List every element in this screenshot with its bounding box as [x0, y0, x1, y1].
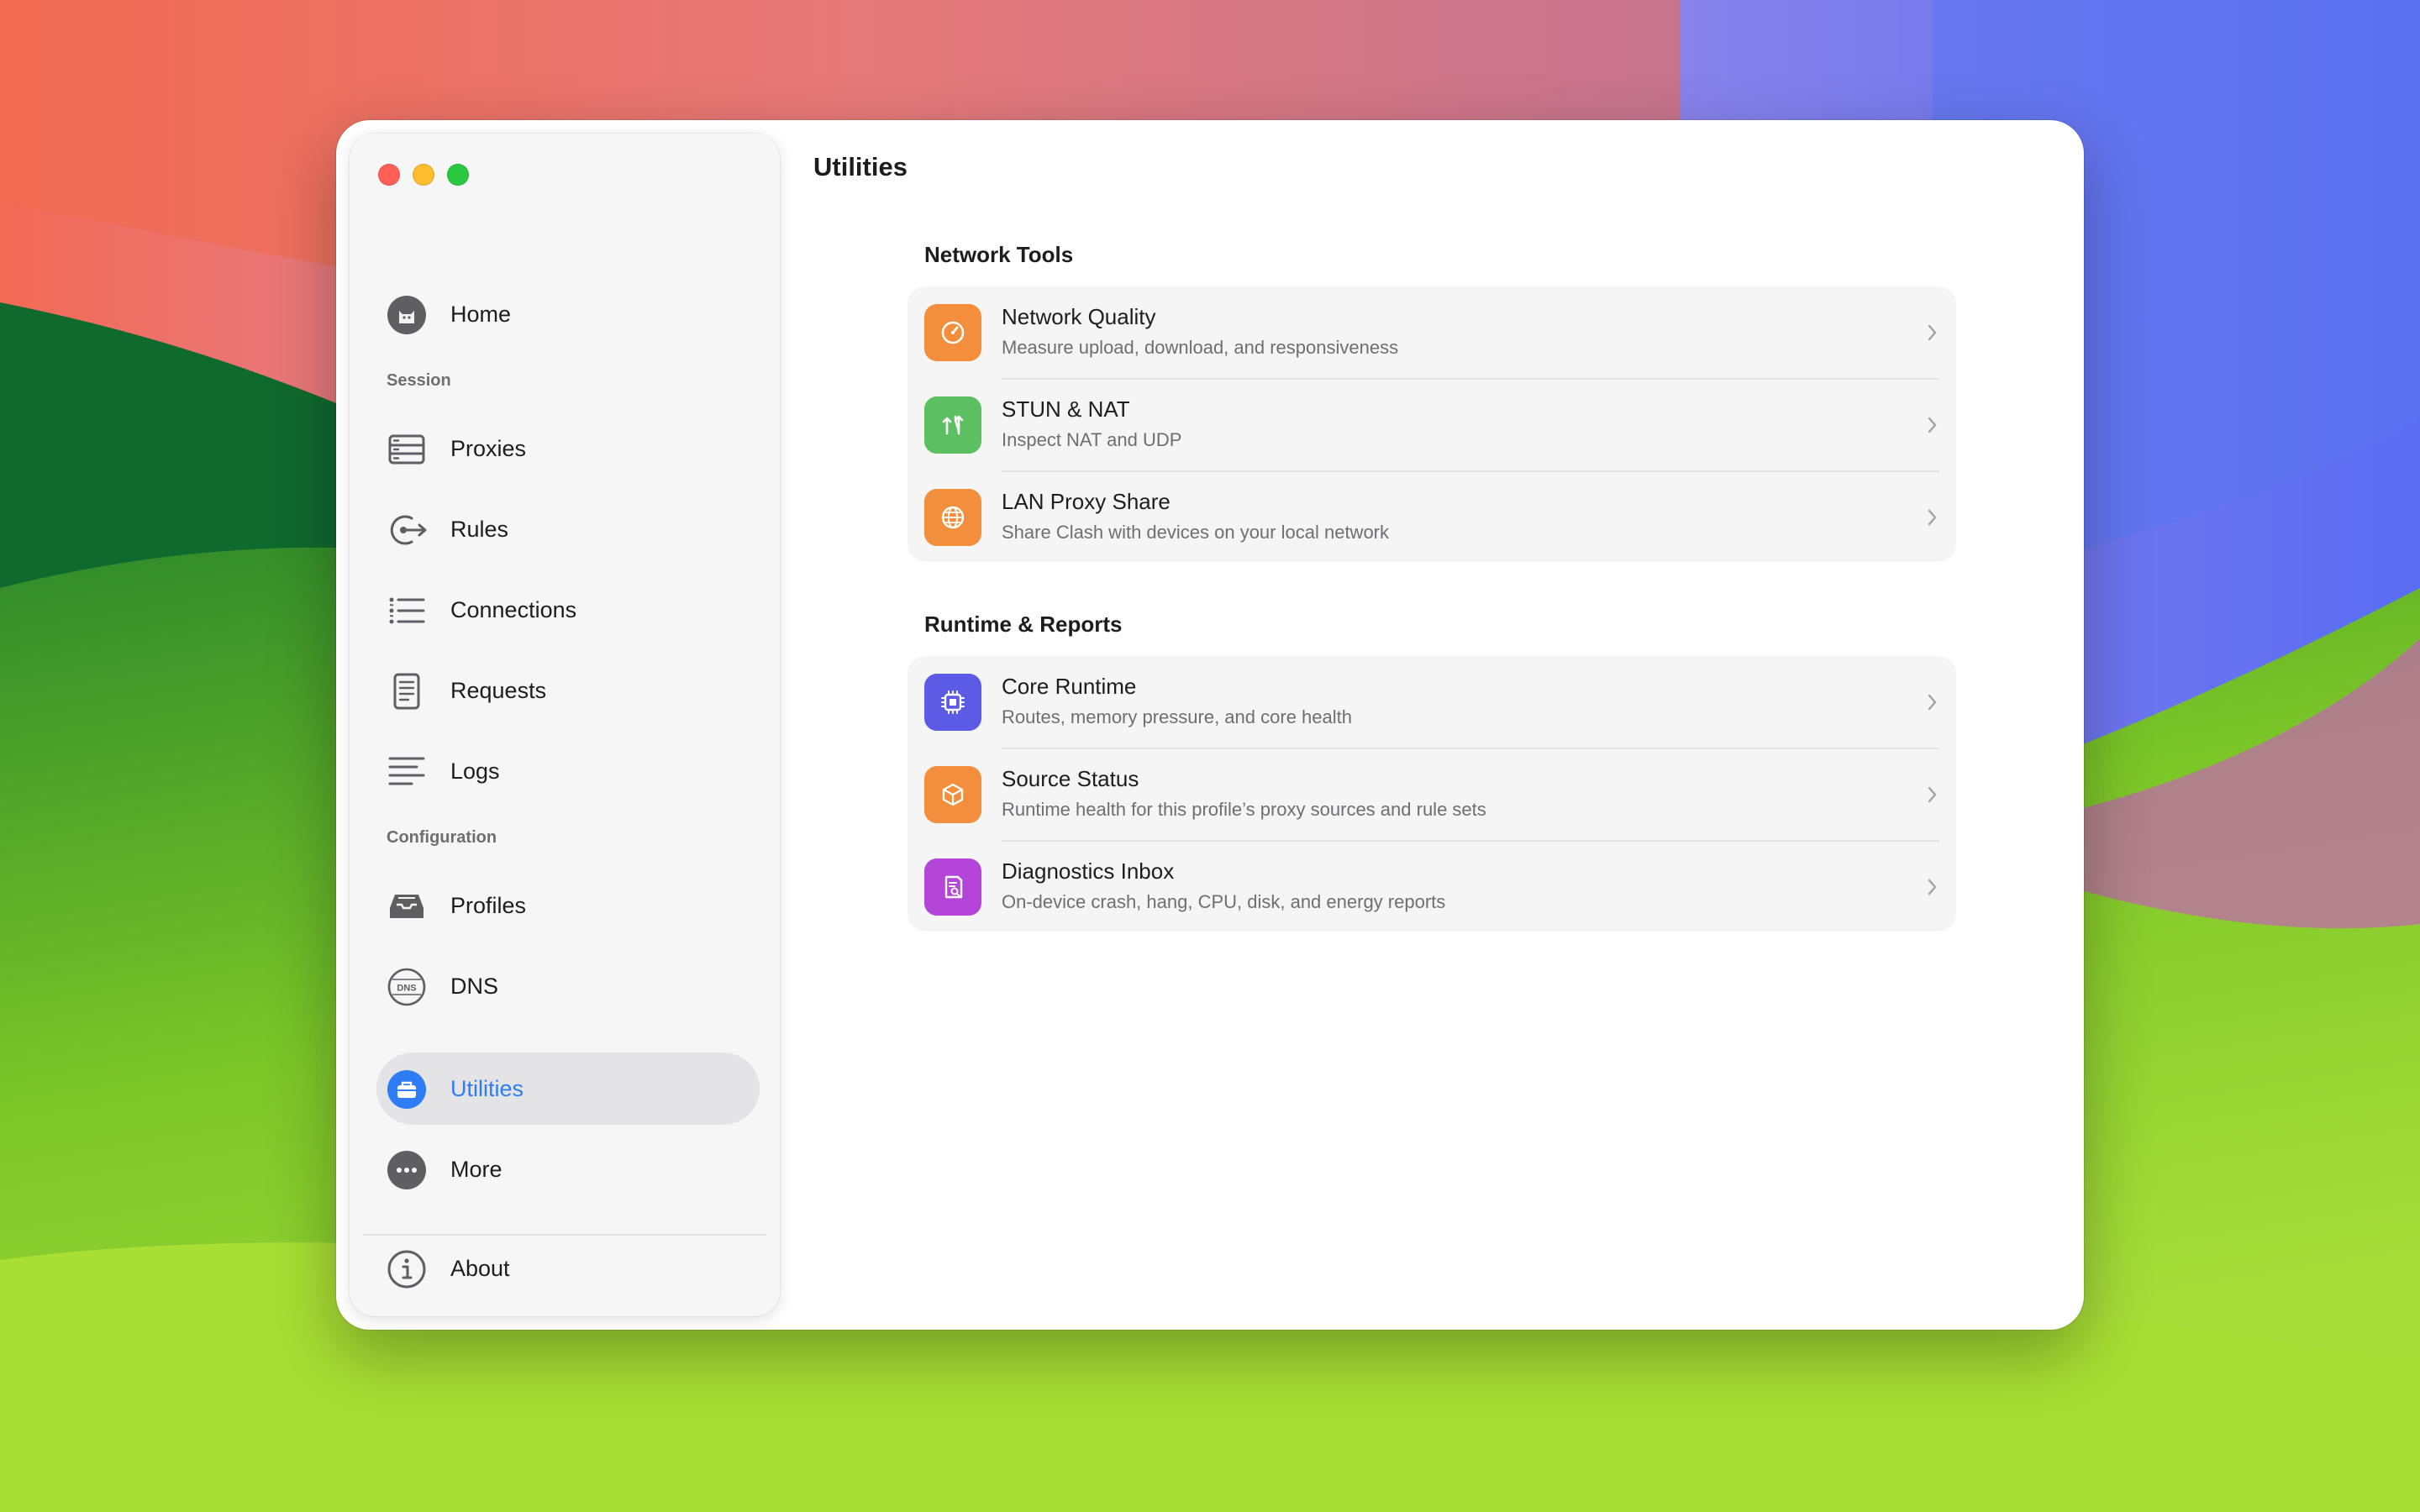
sidebar-item-more[interactable]: More: [376, 1133, 760, 1205]
group-title-runtime-reports: Runtime & Reports: [924, 612, 1123, 637]
cat-avatar-icon: [387, 296, 426, 334]
gauge-icon: [924, 304, 981, 361]
ellipsis-circle-icon: [387, 1151, 426, 1189]
chevron-right-icon: [1928, 694, 1937, 711]
sidebar-item-proxies[interactable]: Proxies: [376, 412, 760, 485]
sidebar-item-home[interactable]: Home: [376, 278, 760, 350]
tray-icon: [390, 895, 424, 918]
row-lan-proxy-share[interactable]: LAN Proxy Share Share Clash with devices…: [908, 471, 1956, 564]
sidebar-item-about[interactable]: About: [376, 1232, 760, 1305]
sidebar-item-label: Utilities: [450, 1076, 524, 1101]
chevron-right-icon: [1928, 786, 1937, 803]
sidebar-item-label: About: [450, 1256, 510, 1281]
zoom-window-button[interactable]: [447, 164, 469, 186]
row-subtitle: On-device crash, hang, CPU, disk, and en…: [1002, 891, 1446, 912]
row-stun-nat[interactable]: STUN & NAT Inspect NAT and UDP: [908, 379, 1956, 472]
report-search-icon: [924, 858, 981, 916]
sidebar: Home Session Proxies Rules Connections R…: [350, 134, 780, 1316]
sidebar-item-label: Profiles: [450, 893, 527, 918]
dns-globe-icon: DNS: [387, 968, 426, 1006]
row-subtitle: Share Clash with devices on your local n…: [1002, 522, 1390, 543]
text-lines-icon: [388, 757, 425, 785]
sidebar-item-requests[interactable]: Requests: [376, 654, 760, 727]
sidebar-item-label: DNS: [450, 974, 499, 999]
chevron-right-icon: [1928, 417, 1937, 433]
sidebar-item-label: Home: [450, 302, 512, 327]
sidebar-item-label: More: [450, 1157, 502, 1182]
globe-icon: [924, 489, 981, 546]
group-card-runtime-reports: Core Runtime Routes, memory pressure, an…: [908, 656, 1956, 932]
sidebar-item-label: Logs: [450, 759, 500, 784]
sidebar-item-connections[interactable]: Connections: [376, 574, 760, 646]
row-subtitle: Routes, memory pressure, and core health: [1002, 706, 1352, 727]
list-icon: [389, 597, 425, 624]
row-title: Diagnostics Inbox: [1002, 858, 1175, 884]
row-network-quality[interactable]: Network Quality Measure upload, download…: [908, 286, 1956, 380]
toolbox-icon: [387, 1070, 426, 1109]
sidebar-item-label: Requests: [450, 678, 547, 703]
arrows-updown-icon: [924, 396, 981, 454]
info-circle-icon: [387, 1250, 426, 1289]
row-subtitle: Inspect NAT and UDP: [1002, 429, 1182, 450]
rules-arrow-icon: [390, 515, 427, 545]
row-title: LAN Proxy Share: [1002, 489, 1171, 514]
chevron-right-icon: [1928, 324, 1937, 341]
cube-icon: [924, 766, 981, 823]
row-title: STUN & NAT: [1002, 396, 1130, 422]
row-core-runtime[interactable]: Core Runtime Routes, memory pressure, an…: [908, 656, 1956, 749]
sidebar-item-label: Proxies: [450, 436, 527, 461]
page-title: Utilities: [813, 152, 908, 181]
row-diagnostics-inbox[interactable]: Diagnostics Inbox On-device crash, hang,…: [908, 841, 1956, 933]
chevron-right-icon: [1928, 879, 1937, 895]
minimize-window-button[interactable]: [413, 164, 434, 186]
app-window: Utilities Network Tools Network Quality …: [336, 120, 2084, 1330]
row-subtitle: Runtime health for this profile’s proxy …: [1002, 799, 1486, 820]
sidebar-item-utilities[interactable]: Utilities: [376, 1053, 760, 1125]
group-title-network-tools: Network Tools: [924, 242, 1074, 267]
section-label-session: Session: [387, 371, 451, 390]
sidebar-item-rules[interactable]: Rules: [376, 493, 760, 565]
row-title: Source Status: [1002, 766, 1139, 791]
row-title: Network Quality: [1002, 304, 1156, 329]
section-label-configuration: Configuration: [387, 828, 497, 847]
server-rack-icon: [388, 434, 425, 465]
chevron-right-icon: [1928, 509, 1937, 526]
sidebar-item-logs[interactable]: Logs: [376, 735, 760, 807]
sidebar-item-profiles[interactable]: Profiles: [376, 869, 760, 942]
cpu-icon: [924, 674, 981, 731]
sidebar-item-label: Rules: [450, 517, 509, 542]
close-window-button[interactable]: [378, 164, 400, 186]
group-card-network-tools: Network Quality Measure upload, download…: [908, 286, 1956, 562]
svg-text:DNS: DNS: [397, 984, 416, 994]
sidebar-item-dns[interactable]: DNS DNS: [376, 950, 760, 1022]
document-list-icon: [393, 673, 420, 710]
row-source-status[interactable]: Source Status Runtime health for this pr…: [908, 748, 1956, 842]
row-subtitle: Measure upload, download, and responsive…: [1002, 337, 1399, 358]
row-title: Core Runtime: [1002, 674, 1137, 699]
sidebar-item-label: Connections: [450, 597, 577, 622]
